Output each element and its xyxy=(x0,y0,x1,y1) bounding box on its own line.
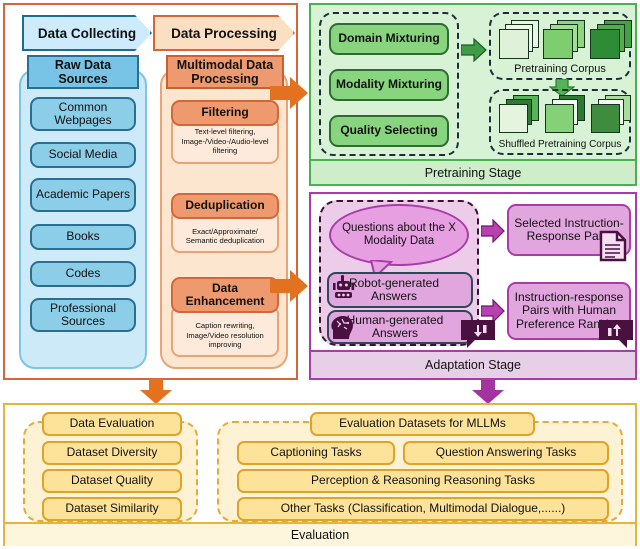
source-item-label: Books xyxy=(66,229,100,244)
adaptation-stage-footer-label: Adaptation Stage xyxy=(425,358,521,372)
filtering-detail-label: Text-level filtering, Image-/Video-/Audi… xyxy=(181,126,269,156)
step-data-enhancement-label: Data Enhancement xyxy=(185,280,265,308)
arrow-to-pretraining xyxy=(270,77,308,109)
eval-item-label: Dataset Quality xyxy=(70,473,154,488)
step-deduplication-label: Deduplication xyxy=(185,198,265,213)
arrow-right-to-selected-pairs xyxy=(481,219,505,243)
task-perception-reasoning[interactable]: Perception & Reasoning Reasoning Tasks xyxy=(237,469,609,493)
source-item-label: Social Media xyxy=(48,147,118,162)
source-item-label: Common Webpages xyxy=(54,99,112,127)
banner-data-processing-label: Data Processing xyxy=(171,25,277,41)
step-domain-mixturing[interactable]: Domain Mixturing xyxy=(329,23,449,55)
pretraining-stage-footer: Pretraining Stage xyxy=(311,159,635,184)
adaptation-stage-footer: Adaptation Stage xyxy=(311,350,635,378)
shuffled-stack-2 xyxy=(545,95,589,133)
step-quality-selecting-label: Quality Selecting xyxy=(340,123,438,138)
document-icon xyxy=(599,230,627,262)
human-head-icon xyxy=(331,315,353,339)
shuffled-corpus-group: Shuffled Pretraining Corpus xyxy=(489,89,631,155)
arrow-to-adaptation xyxy=(270,270,308,302)
source-item-label: Codes xyxy=(65,266,101,281)
task-label: Perception & Reasoning Reasoning Tasks xyxy=(311,473,535,488)
corpus-stack-1 xyxy=(499,20,539,59)
eval-item-label: Dataset Similarity xyxy=(65,501,159,516)
eval-item-label: Dataset Diversity xyxy=(66,445,158,460)
banner-data-processing: Data Processing xyxy=(153,15,295,51)
task-other[interactable]: Other Tasks (Classification, Multimodal … xyxy=(237,497,609,521)
data-collecting-processing-panel: Data Collecting Data Processing Raw Data… xyxy=(3,3,298,380)
deduplication-detail-label: Exact/Approximate/ Semantic deduplicatio… xyxy=(185,226,265,246)
thumbs-up-icon xyxy=(599,320,633,348)
pretraining-stage-panel: Domain Mixturing Modality Mixturing Qual… xyxy=(309,3,637,186)
corpus-stack-3 xyxy=(590,20,634,59)
data-enhancement-detail-label: Caption rewriting, Image/Video resolutio… xyxy=(186,320,264,350)
source-item-codes[interactable]: Codes xyxy=(30,261,136,287)
pretraining-corpus-label: Pretraining Corpus xyxy=(514,63,606,75)
arrow-down-to-evaluation-left xyxy=(140,379,172,404)
step-modality-mixturing-label: Modality Mixturing xyxy=(336,77,442,92)
step-filtering-label: Filtering xyxy=(201,105,249,120)
question-bubble-label: Questions about the X Modality Data xyxy=(342,221,456,247)
eval-item-dataset-diversity[interactable]: Dataset Diversity xyxy=(42,441,182,465)
raw-data-sources-header: Raw Data Sources xyxy=(27,55,139,89)
task-label: Other Tasks (Classification, Multimodal … xyxy=(280,501,566,516)
task-captioning[interactable]: Captioning Tasks xyxy=(237,441,395,465)
evaluation-panel: Data Evaluation Dataset Diversity Datase… xyxy=(3,403,637,546)
robot-icon xyxy=(333,275,355,298)
corpus-stack-2 xyxy=(543,20,587,59)
evaluation-footer-label: Evaluation xyxy=(290,528,350,542)
adaptation-stage-panel: Questions about the X Modality Data Robo… xyxy=(309,192,637,380)
task-label: Captioning Tasks xyxy=(270,445,362,460)
source-item-books[interactable]: Books xyxy=(30,224,136,250)
task-label: Question Answering Tasks xyxy=(435,445,577,460)
source-item-common-webpages[interactable]: Common Webpages xyxy=(30,97,136,131)
step-domain-mixturing-label: Domain Mixturing xyxy=(338,31,440,46)
source-item-label: Professional Sources xyxy=(49,300,117,328)
shuffled-stack-1 xyxy=(499,95,543,133)
step-quality-selecting[interactable]: Quality Selecting xyxy=(329,115,449,147)
step-data-enhancement[interactable]: Data Enhancement xyxy=(171,277,279,313)
question-bubble: Questions about the X Modality Data xyxy=(329,204,469,266)
step-deduplication[interactable]: Deduplication xyxy=(171,193,279,219)
step-modality-mixturing[interactable]: Modality Mixturing xyxy=(329,69,449,101)
pretraining-stage-footer-label: Pretraining Stage xyxy=(424,165,522,180)
multimodal-processing-header-label: Multimodal Data Processing xyxy=(176,58,274,86)
source-item-professional-sources[interactable]: Professional Sources xyxy=(30,298,136,332)
task-question-answering[interactable]: Question Answering Tasks xyxy=(403,441,609,465)
evaluation-datasets-header-label: Evaluation Datasets for MLLMs xyxy=(339,416,506,431)
pretraining-corpus-group: Pretraining Corpus xyxy=(489,12,634,80)
data-evaluation-header-label: Data Evaluation xyxy=(69,416,155,431)
banner-data-collecting: Data Collecting xyxy=(22,15,152,51)
shuffled-corpus-label: Shuffled Pretraining Corpus xyxy=(498,139,622,150)
banner-data-collecting-label: Data Collecting xyxy=(37,25,137,41)
multimodal-processing-header: Multimodal Data Processing xyxy=(166,55,284,89)
evaluation-footer: Evaluation xyxy=(5,522,635,546)
data-evaluation-header: Data Evaluation xyxy=(42,412,182,436)
evaluation-datasets-header: Evaluation Datasets for MLLMs xyxy=(310,412,535,436)
arrow-down-to-evaluation-right xyxy=(472,379,504,404)
source-item-social-media[interactable]: Social Media xyxy=(30,142,136,168)
source-item-label: Academic Papers xyxy=(35,187,131,202)
raw-data-sources-header-label: Raw Data Sources xyxy=(54,58,112,86)
step-filtering[interactable]: Filtering xyxy=(171,100,279,126)
diagram-root: Data Collecting Data Processing Raw Data… xyxy=(0,0,640,549)
arrow-right-to-corpus xyxy=(461,38,487,62)
eval-item-dataset-similarity[interactable]: Dataset Similarity xyxy=(42,497,182,521)
thumbs-down-icon xyxy=(461,320,495,348)
shuffled-stack-3 xyxy=(591,95,635,133)
eval-item-dataset-quality[interactable]: Dataset Quality xyxy=(42,469,182,493)
source-item-academic-papers[interactable]: Academic Papers xyxy=(30,178,136,212)
